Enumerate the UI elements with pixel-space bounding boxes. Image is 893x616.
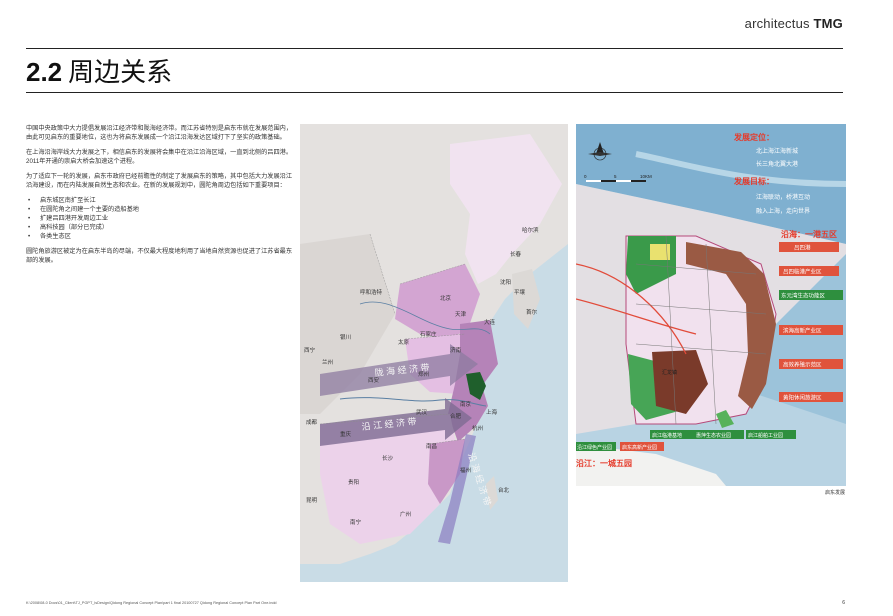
zone-label: 沿江绿色产业园: [577, 444, 612, 451]
city-label: 汇龙镇: [662, 369, 677, 376]
city-label: 平壤: [514, 288, 526, 296]
paragraph: 圆陀角旅游区被定为在启东半岛的尽端，不仅最大程度地利用了当地自然资源也促进了江苏…: [26, 248, 293, 264]
paragraph: 为了适应下一轮的发展，启东市政府已经前瞻性的制定了发展启东的策略，其中包括大力发…: [26, 173, 293, 189]
city-label: 武汉: [416, 408, 428, 416]
city-label: 台北: [498, 486, 510, 494]
zone-label: 高效养殖示范区: [783, 361, 822, 369]
city-label: 昆明: [306, 497, 318, 504]
city-label: 北京: [440, 294, 452, 302]
goal-title: 发展目标：: [733, 176, 774, 186]
city-label: 太原: [398, 338, 410, 346]
city-label: 杭州: [472, 424, 483, 432]
zone-label: 启江临港基地: [652, 432, 682, 439]
city-label: 西宁: [304, 346, 316, 354]
body-text: 中国中央政策中大力提倡发展沿江经济带和陇海经济带。而江苏省特别是启东市就在发展范…: [26, 124, 294, 271]
city-label: 兰州: [322, 358, 333, 366]
city-label: 南京: [460, 400, 472, 408]
city-label: 济南: [450, 346, 462, 354]
city-label: 贵阳: [348, 478, 359, 486]
city-label: 上海: [486, 408, 498, 416]
title-rule: [26, 92, 843, 93]
list-item: 在圆陀角之间建一个主要的造船基地: [28, 205, 294, 214]
list-item: 高科技园（部分已完成）: [28, 223, 294, 232]
city-label: 福州: [460, 466, 471, 474]
city-label: 银川: [340, 333, 351, 341]
paragraph: 中国中央政策中大力提倡发展沿江经济带和陇海经济带。而江苏省特别是启东市就在发展范…: [26, 125, 293, 141]
list-item: 各类生态区: [28, 232, 294, 241]
zone-label: 启江船舶工业园: [748, 432, 783, 439]
city-label: 合肥: [450, 412, 462, 420]
project-list: 启东城区南扩至长江 在圆陀角之间建一个主要的造船基地 扩建吕四港开发周边工业 高…: [26, 196, 294, 241]
section-number: 2.2: [26, 57, 63, 87]
zone-label: 吕四港: [794, 244, 811, 252]
positioning-item: 北上海江海新城: [756, 147, 798, 155]
zone-label: 吕四临港产业区: [783, 268, 822, 276]
goal-item: 江海联动，桥港互动: [756, 193, 810, 201]
city-label: 重庆: [340, 430, 352, 438]
city-label: 沈阳: [500, 278, 511, 286]
page-number: 6: [842, 600, 845, 606]
file-path: K:\2008\08-0 Docs\01_Client\TJ_PGPT_lsDe…: [26, 601, 277, 605]
list-item: 启东城区南扩至长江: [28, 196, 294, 205]
city-label: 石家庄: [420, 330, 437, 338]
header-rule: [26, 48, 843, 49]
city-label: 哈尔滨: [522, 226, 539, 234]
brand-logo: architectus TMG: [744, 16, 843, 31]
city-label: 呼和浩特: [360, 288, 383, 296]
city-label: 天津: [455, 311, 467, 318]
section-title: 周边关系: [68, 57, 173, 87]
city-label: 南昌: [426, 442, 437, 450]
coast-title: 沿海：一港五区: [781, 229, 837, 239]
zone-label: 东元湾生态功能区: [781, 292, 826, 300]
goal-item: 融入上海，走向世界: [756, 207, 810, 215]
zone-label: 滨海高新产业区: [783, 327, 822, 335]
scale-label: 10KM: [640, 174, 652, 179]
river-title: 沿江：一城五园: [576, 458, 632, 468]
city-label: 广州: [400, 510, 411, 518]
city-label: 大连: [484, 318, 496, 326]
city-label: 长沙: [382, 454, 394, 462]
zone-label: 惠萍生态农业园: [696, 432, 731, 439]
figure-caption: 启东发展: [825, 490, 846, 496]
city-label: 郑州: [418, 370, 429, 378]
city-label: 南宁: [350, 518, 362, 526]
city-label: 成都: [306, 418, 318, 426]
positioning-item: 长三角北翼大港: [756, 160, 798, 168]
city-label: 长春: [510, 250, 522, 258]
list-item: 扩建吕四港开发周边工业: [28, 214, 294, 223]
china-regional-map: 陇 海 经 济 带 沿 江 经 济 带 沿 海 经 济 带 哈尔滨 长春 沈阳 …: [300, 124, 568, 582]
zone-label: 黄阳休闲旅游区: [783, 394, 822, 402]
qidong-plan-map: 0 5 10KM 发展定位： 北上海江海新城 长三角北翼大港 发展目标： 江海联…: [576, 124, 846, 486]
city-label: 首尔: [526, 308, 538, 316]
paragraph: 在上海沿海岸线大力发展之下，相信启东的发展将会集中在沿江沿海区域，一直到北侧的吕…: [26, 149, 293, 165]
page-title: 2.2 周边关系: [26, 52, 172, 89]
zone-label: 启东高新产业园: [622, 444, 657, 451]
city-label: 西安: [368, 376, 380, 384]
positioning-title: 发展定位：: [733, 132, 774, 142]
